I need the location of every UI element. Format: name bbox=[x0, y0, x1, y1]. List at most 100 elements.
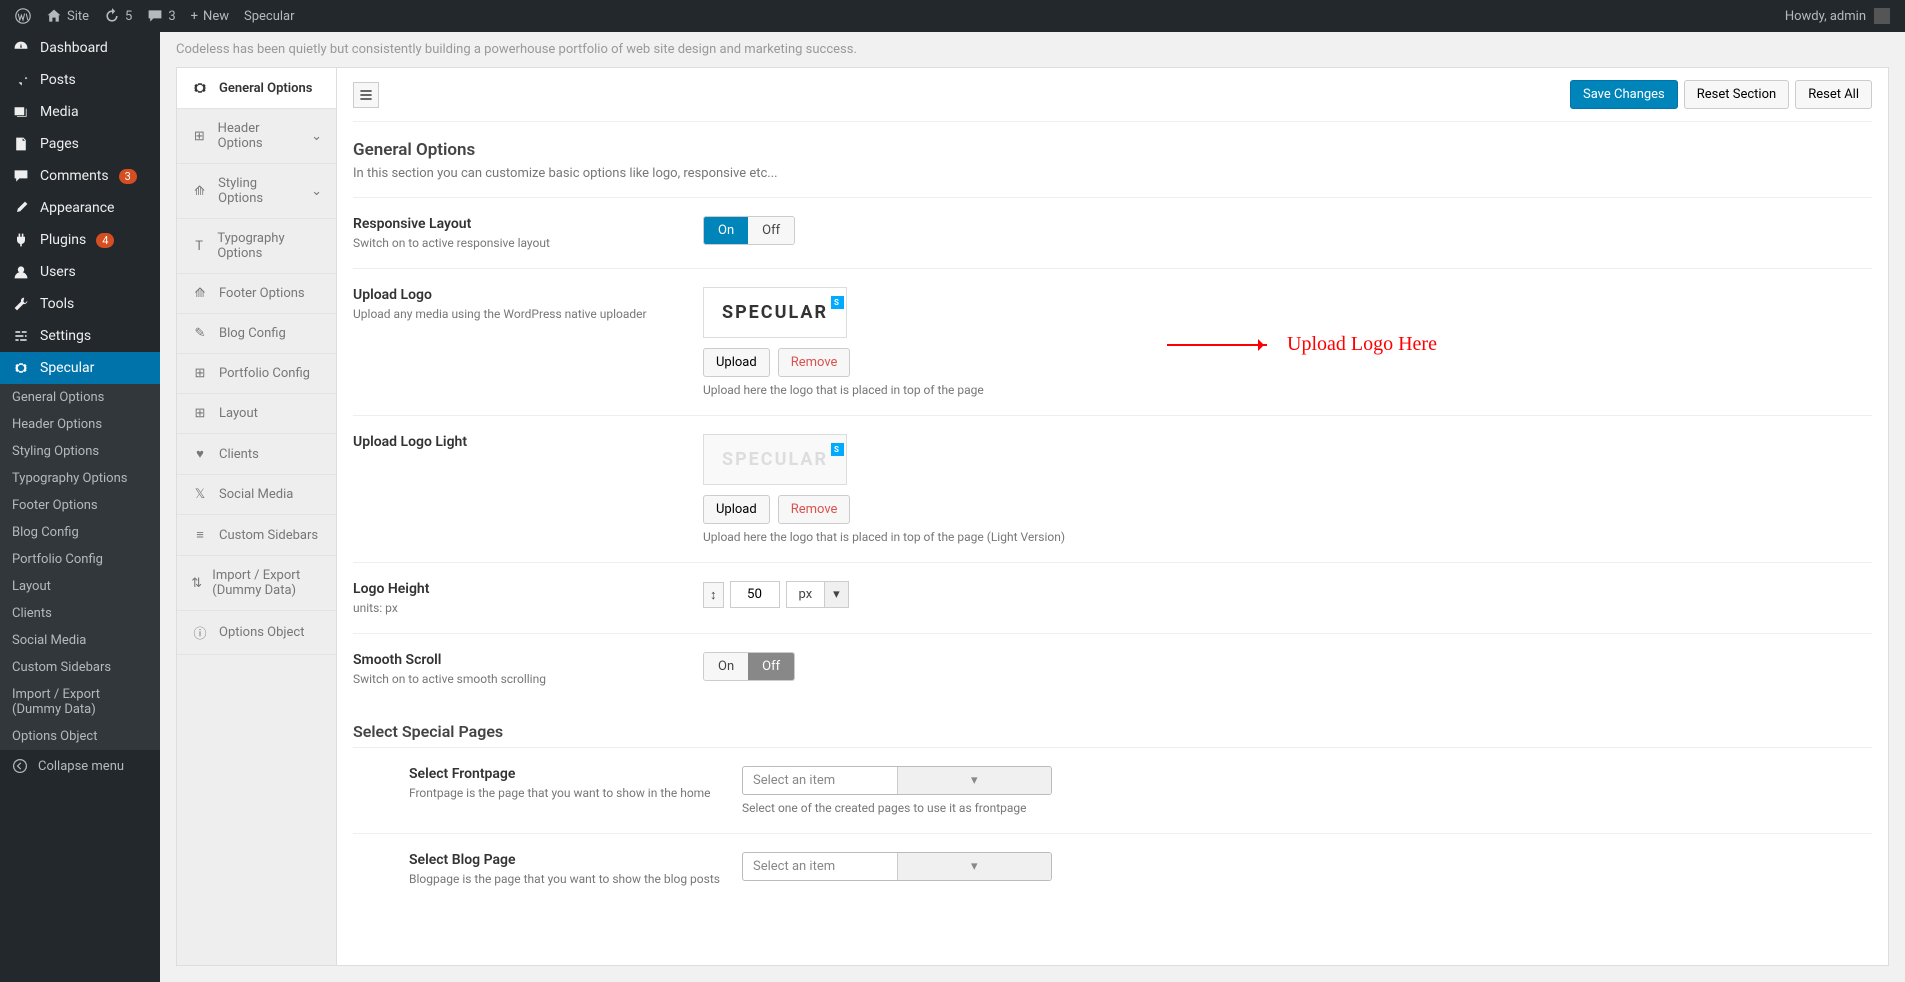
sub-item[interactable]: Clients bbox=[0, 600, 160, 627]
panel-item-4[interactable]: ⟰Footer Options bbox=[177, 274, 336, 314]
panel-item-0[interactable]: General Options bbox=[177, 68, 336, 109]
sub-item[interactable]: Portfolio Config bbox=[0, 546, 160, 573]
howdy-link[interactable]: Howdy, admin bbox=[1785, 9, 1866, 24]
sub-item[interactable]: Blog Config bbox=[0, 519, 160, 546]
section-title: General Options bbox=[353, 122, 1872, 166]
sub-item[interactable]: Social Media bbox=[0, 627, 160, 654]
new-link[interactable]: +New bbox=[191, 9, 229, 24]
special-pages-title: Select Special Pages bbox=[353, 704, 1872, 747]
frontpage-select[interactable]: Select an item ▾ bbox=[742, 766, 1052, 795]
smooth-scroll-title: Smooth Scroll bbox=[353, 652, 703, 668]
save-button[interactable]: Save Changes bbox=[1570, 80, 1678, 109]
panel-icon bbox=[191, 80, 209, 96]
main-sidebar: DashboardPostsMediaPagesComments3Appeara… bbox=[0, 32, 160, 982]
plug-icon bbox=[12, 232, 30, 248]
chevron-down-icon: ⌄ bbox=[311, 129, 322, 144]
upload-light-button[interactable]: Upload bbox=[703, 495, 770, 524]
sub-item[interactable]: Header Options bbox=[0, 411, 160, 438]
wp-logo[interactable] bbox=[15, 8, 31, 24]
sub-item[interactable]: Import / Export (Dummy Data) bbox=[0, 681, 160, 723]
panel-item-5[interactable]: ✎Blog Config bbox=[177, 314, 336, 354]
avatar[interactable] bbox=[1874, 8, 1890, 24]
logo-height-input[interactable] bbox=[730, 581, 780, 608]
panel-item-1[interactable]: ⊞Header Options⌄ bbox=[177, 109, 336, 164]
sliders-icon bbox=[12, 328, 30, 344]
remove-button[interactable]: Remove bbox=[778, 348, 851, 377]
refresh-link[interactable]: 5 bbox=[104, 8, 132, 24]
upload-button[interactable]: Upload bbox=[703, 348, 770, 377]
logo-preview: SPECULAR bbox=[703, 287, 847, 338]
panel-item-6[interactable]: ⊞Portfolio Config bbox=[177, 354, 336, 394]
sidebar-item-pages[interactable]: Pages bbox=[0, 128, 160, 160]
sub-item[interactable]: Typography Options bbox=[0, 465, 160, 492]
pin-icon bbox=[12, 72, 30, 88]
dashboard-icon bbox=[12, 40, 30, 56]
upload-logo-light-title: Upload Logo Light bbox=[353, 434, 703, 450]
panel-item-11[interactable]: ⇅Import / Export (Dummy Data) bbox=[177, 556, 336, 611]
upload-logo-help: Upload here the logo that is placed in t… bbox=[703, 383, 1872, 397]
sidebar-item-dashboard[interactable]: Dashboard bbox=[0, 32, 160, 64]
logo-light-preview: SPECULAR bbox=[703, 434, 847, 485]
panel-item-3[interactable]: TTypography Options bbox=[177, 219, 336, 274]
sidebar-item-media[interactable]: Media bbox=[0, 96, 160, 128]
annotation: Upload Logo Here bbox=[1167, 333, 1437, 356]
user-icon bbox=[12, 264, 30, 280]
panel-sidebar: General Options⊞Header Options⌄⟰Styling … bbox=[177, 68, 337, 965]
panel-icon: ✎ bbox=[191, 326, 209, 341]
panel-item-8[interactable]: ♥Clients bbox=[177, 434, 336, 475]
theme-link[interactable]: Specular bbox=[244, 9, 295, 24]
sidebar-item-plugins[interactable]: Plugins4 bbox=[0, 224, 160, 256]
responsive-toggle[interactable]: On Off bbox=[703, 216, 795, 245]
sidebar-item-specular[interactable]: Specular bbox=[0, 352, 160, 384]
reset-section-button[interactable]: Reset Section bbox=[1684, 80, 1789, 109]
panel-item-2[interactable]: ⟰Styling Options⌄ bbox=[177, 164, 336, 219]
collapse-icon bbox=[12, 758, 28, 774]
site-link[interactable]: Site bbox=[46, 8, 89, 24]
sub-item[interactable]: Footer Options bbox=[0, 492, 160, 519]
sub-item[interactable]: General Options bbox=[0, 384, 160, 411]
frontpage-help: Select one of the created pages to use i… bbox=[742, 801, 1872, 815]
panel-item-10[interactable]: ≡Custom Sidebars bbox=[177, 515, 336, 556]
description-bar: Codeless has been quietly but consistent… bbox=[160, 32, 1905, 67]
comment-icon bbox=[12, 168, 30, 184]
wrench-icon bbox=[12, 296, 30, 312]
height-stepper-icon[interactable]: ↕ bbox=[703, 582, 724, 608]
media-icon bbox=[12, 104, 30, 120]
panel-item-7[interactable]: ⊞Layout bbox=[177, 394, 336, 434]
sub-item[interactable]: Custom Sidebars bbox=[0, 654, 160, 681]
panel-icon: ⊞ bbox=[191, 366, 209, 381]
sidebar-item-settings[interactable]: Settings bbox=[0, 320, 160, 352]
sidebar-item-posts[interactable]: Posts bbox=[0, 64, 160, 96]
chevron-down-icon: ▾ bbox=[897, 853, 1052, 880]
arrow-icon bbox=[1167, 344, 1267, 346]
reset-all-button[interactable]: Reset All bbox=[1795, 80, 1872, 109]
comments-link[interactable]: 3 bbox=[147, 8, 175, 24]
sub-item[interactable]: Options Object bbox=[0, 723, 160, 750]
upload-logo-desc: Upload any media using the WordPress nat… bbox=[353, 307, 703, 321]
brush-icon bbox=[12, 200, 30, 216]
sidebar-item-comments[interactable]: Comments3 bbox=[0, 160, 160, 192]
unit-label: px bbox=[787, 582, 825, 607]
upload-logo-light-help: Upload here the logo that is placed in t… bbox=[703, 530, 1872, 544]
panel-icon: ≡ bbox=[191, 527, 209, 543]
sidebar-item-tools[interactable]: Tools bbox=[0, 288, 160, 320]
sub-item[interactable]: Styling Options bbox=[0, 438, 160, 465]
collapse-menu[interactable]: Collapse menu bbox=[0, 750, 160, 782]
smooth-scroll-toggle[interactable]: On Off bbox=[703, 652, 795, 681]
panel-item-12[interactable]: ⓘOptions Object bbox=[177, 611, 336, 655]
panel-icon: ⟰ bbox=[191, 286, 209, 301]
unit-dropdown[interactable]: ▾ bbox=[824, 582, 848, 607]
panel-item-9[interactable]: 𝕏Social Media bbox=[177, 475, 336, 515]
sidebar-item-users[interactable]: Users bbox=[0, 256, 160, 288]
logo-height-desc: units: px bbox=[353, 601, 703, 615]
remove-light-button[interactable]: Remove bbox=[778, 495, 851, 524]
panel-icon: 𝕏 bbox=[191, 487, 209, 502]
sub-item[interactable]: Layout bbox=[0, 573, 160, 600]
page-icon bbox=[12, 136, 30, 152]
blogpage-title: Select Blog Page bbox=[409, 852, 742, 868]
blogpage-select[interactable]: Select an item ▾ bbox=[742, 852, 1052, 881]
panel-icon: T bbox=[191, 239, 207, 254]
sidebar-item-appearance[interactable]: Appearance bbox=[0, 192, 160, 224]
upload-logo-title: Upload Logo bbox=[353, 287, 703, 303]
expand-button[interactable] bbox=[353, 82, 379, 108]
